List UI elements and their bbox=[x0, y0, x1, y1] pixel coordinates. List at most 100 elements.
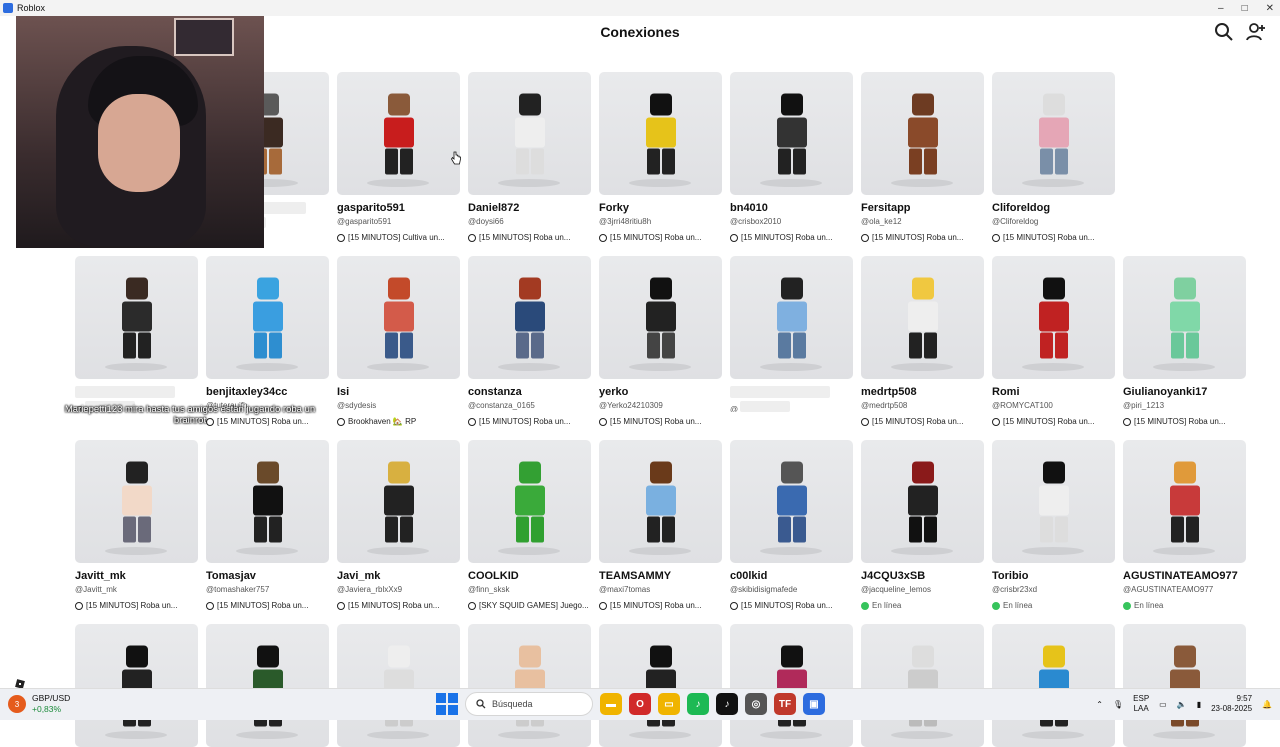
presence-status[interactable]: [15 MINUTOS] Roba un... bbox=[730, 600, 853, 611]
connection-card[interactable]: J4CQU3xSB @jacqueline_lemos En línea bbox=[861, 440, 984, 611]
connection-card[interactable] bbox=[468, 624, 591, 747]
presence-status[interactable]: [15 MINUTOS] Roba un... bbox=[468, 232, 591, 243]
file-explorer-icon[interactable]: ▬ bbox=[600, 693, 622, 715]
avatar-thumbnail[interactable] bbox=[206, 256, 329, 379]
avatar-thumbnail[interactable] bbox=[730, 72, 853, 195]
chevron-up-icon[interactable]: ⌃ bbox=[1096, 700, 1103, 709]
connection-name[interactable] bbox=[75, 386, 198, 400]
connection-card[interactable]: Romi @ROMYCAT100 [15 MINUTOS] Roba un... bbox=[992, 256, 1115, 427]
avatar-thumbnail[interactable] bbox=[861, 440, 984, 563]
connection-card[interactable]: benjitaxley34cc @tuterauifh [15 MINUTOS] R… bbox=[206, 256, 329, 427]
presence-status[interactable]: Brookhaven 🏡 RP bbox=[337, 416, 460, 427]
connection-card[interactable]: Daniel872 @doysi66 [15 MINUTOS] Roba un... bbox=[468, 72, 591, 243]
presence-status[interactable]: [15 MINUTOS] Roba un... bbox=[861, 232, 984, 243]
connection-name[interactable]: bn4010 bbox=[730, 202, 853, 216]
connection-name[interactable]: AGUSTINATEAMO977 bbox=[1123, 570, 1246, 584]
presence-status[interactable]: [15 MINUTOS] Roba un... bbox=[1123, 416, 1246, 427]
connection-name[interactable]: constanza bbox=[468, 386, 591, 400]
connection-name[interactable]: Tomasjav bbox=[206, 570, 329, 584]
tf-icon[interactable]: TF bbox=[774, 693, 796, 715]
avatar-thumbnail[interactable] bbox=[468, 624, 591, 747]
connection-name[interactable]: medrtp508 bbox=[861, 386, 984, 400]
microphone-icon[interactable]: 🎙 bbox=[1113, 700, 1123, 709]
connection-name[interactable]: Forky bbox=[599, 202, 722, 216]
connection-name[interactable]: c00lkid bbox=[730, 570, 853, 584]
maximize-button[interactable]: □ bbox=[1242, 3, 1248, 14]
stock-widget[interactable]: 3 GBP/USD +0,83% bbox=[8, 693, 70, 715]
connection-name[interactable]: Giulianoyanki17 bbox=[1123, 386, 1246, 400]
connection-card[interactable] bbox=[1123, 624, 1246, 747]
presence-status[interactable]: [15 MINUTOS] Roba un... bbox=[992, 232, 1115, 243]
avatar-thumbnail[interactable] bbox=[75, 440, 198, 563]
connection-card[interactable]: medrtp508 @medrtp508 [15 MINUTOS] Roba un.… bbox=[861, 256, 984, 427]
close-button[interactable]: ✕ bbox=[1266, 3, 1274, 14]
connection-card[interactable]: Cliforeldog @Cliforeldog [15 MINUTOS] Roba… bbox=[992, 72, 1115, 243]
avatar-thumbnail[interactable] bbox=[599, 440, 722, 563]
presence-status[interactable]: [SKY SQUID GAMES] Juego... bbox=[468, 600, 591, 611]
connection-card[interactable]: constanza @constanza_0165 [15 MINUTOS] Rob… bbox=[468, 256, 591, 427]
avatar-thumbnail[interactable] bbox=[861, 624, 984, 747]
clock[interactable]: 9:57 23-08-2025 bbox=[1211, 694, 1252, 714]
connection-card[interactable] bbox=[861, 624, 984, 747]
connection-card[interactable]: Forky @3jrri48ritiu8h [15 MINUTOS] Roba un… bbox=[599, 72, 722, 243]
avatar-thumbnail[interactable] bbox=[599, 256, 722, 379]
avatar-thumbnail[interactable] bbox=[337, 72, 460, 195]
presence-status[interactable]: [15 MINUTOS] Roba un... bbox=[599, 600, 722, 611]
opera-icon[interactable]: O bbox=[629, 693, 651, 715]
connection-name[interactable]: Javitt_mk bbox=[75, 570, 198, 584]
connection-card[interactable]: AGUSTINATEAMO977 @AGUSTINATEAMO977 En líne… bbox=[1123, 440, 1246, 611]
search-icon[interactable] bbox=[1214, 22, 1234, 42]
connection-name[interactable]: COOLKID bbox=[468, 570, 591, 584]
avatar-thumbnail[interactable] bbox=[468, 256, 591, 379]
connection-name[interactable]: Toribio bbox=[992, 570, 1115, 584]
connection-card[interactable] bbox=[992, 624, 1115, 747]
avatar-thumbnail[interactable] bbox=[599, 72, 722, 195]
avatar-thumbnail[interactable] bbox=[599, 624, 722, 747]
connection-card[interactable] bbox=[599, 624, 722, 747]
connection-card[interactable] bbox=[337, 624, 460, 747]
battery-icon[interactable]: ▮ bbox=[1197, 700, 1201, 709]
avatar-thumbnail[interactable] bbox=[992, 440, 1115, 563]
connection-card[interactable]: @ bbox=[730, 256, 853, 412]
presence-status[interactable]: [15 MINUTOS] Roba un... bbox=[599, 416, 722, 427]
presence-status[interactable]: En línea bbox=[1123, 600, 1246, 611]
avatar-thumbnail[interactable] bbox=[75, 256, 198, 379]
presence-status[interactable]: [15 MINUTOS] Roba un... bbox=[337, 600, 460, 611]
notification-icon[interactable]: 🔔 bbox=[1262, 700, 1272, 709]
avatar-thumbnail[interactable] bbox=[1123, 624, 1246, 747]
connection-card[interactable]: c00lkid @skibidisigmafede [15 MINUTOS] Rob… bbox=[730, 440, 853, 611]
connection-name[interactable]: gasparito591 bbox=[337, 202, 460, 216]
connection-name[interactable]: Javi_mk bbox=[337, 570, 460, 584]
presence-status[interactable]: [15 MINUTOS] Roba un... bbox=[599, 232, 722, 243]
avatar-thumbnail[interactable] bbox=[861, 72, 984, 195]
presence-status[interactable]: [15 MINUTOS] Cultiva un... bbox=[337, 232, 460, 243]
add-friend-icon[interactable] bbox=[1246, 22, 1266, 42]
connection-name[interactable]: Cliforeldog bbox=[992, 202, 1115, 216]
connection-name[interactable]: J4CQU3xSB bbox=[861, 570, 984, 584]
connection-card[interactable] bbox=[730, 624, 853, 747]
language-indicator[interactable]: ESP LAA bbox=[1133, 694, 1149, 714]
avatar-thumbnail[interactable] bbox=[337, 440, 460, 563]
avatar-thumbnail[interactable] bbox=[468, 72, 591, 195]
avatar-thumbnail[interactable] bbox=[730, 624, 853, 747]
avatar-thumbnail[interactable] bbox=[861, 256, 984, 379]
connection-name[interactable]: Daniel872 bbox=[468, 202, 591, 216]
connection-card[interactable]: Giulianoyanki17 @piri_1213 [15 MINUTOS] Ro… bbox=[1123, 256, 1246, 427]
presence-status[interactable]: En línea bbox=[992, 600, 1115, 611]
connection-name[interactable]: Isi bbox=[337, 386, 460, 400]
avatar-thumbnail[interactable] bbox=[206, 624, 329, 747]
connection-card[interactable]: yerko @Yerko24210309 [15 MINUTOS] Roba un.… bbox=[599, 256, 722, 427]
presence-status[interactable]: [15 MINUTOS] Roba un... bbox=[75, 600, 198, 611]
presence-status[interactable]: [15 MINUTOS] Roba un... bbox=[206, 600, 329, 611]
connection-card[interactable]: Tomasjav @tomashaker757 [15 MINUTOS] Roba … bbox=[206, 440, 329, 611]
connection-card[interactable]: Javi_mk @Javiera_rblxXx9 [15 MINUTOS] Roba… bbox=[337, 440, 460, 611]
avatar-thumbnail[interactable] bbox=[206, 440, 329, 563]
windows-start-icon[interactable] bbox=[436, 693, 458, 715]
connection-card[interactable]: gasparito591 @gasparito591 [15 MINUTOS] Cu… bbox=[337, 72, 460, 243]
avatar-thumbnail[interactable] bbox=[337, 624, 460, 747]
connection-card[interactable]: @ bbox=[75, 256, 198, 412]
connection-name[interactable]: Romi bbox=[992, 386, 1115, 400]
tiktok-icon[interactable]: ♪ bbox=[716, 693, 738, 715]
connection-name[interactable]: benjitaxley34cc bbox=[206, 386, 329, 400]
connection-name[interactable]: Fersitapp bbox=[861, 202, 984, 216]
